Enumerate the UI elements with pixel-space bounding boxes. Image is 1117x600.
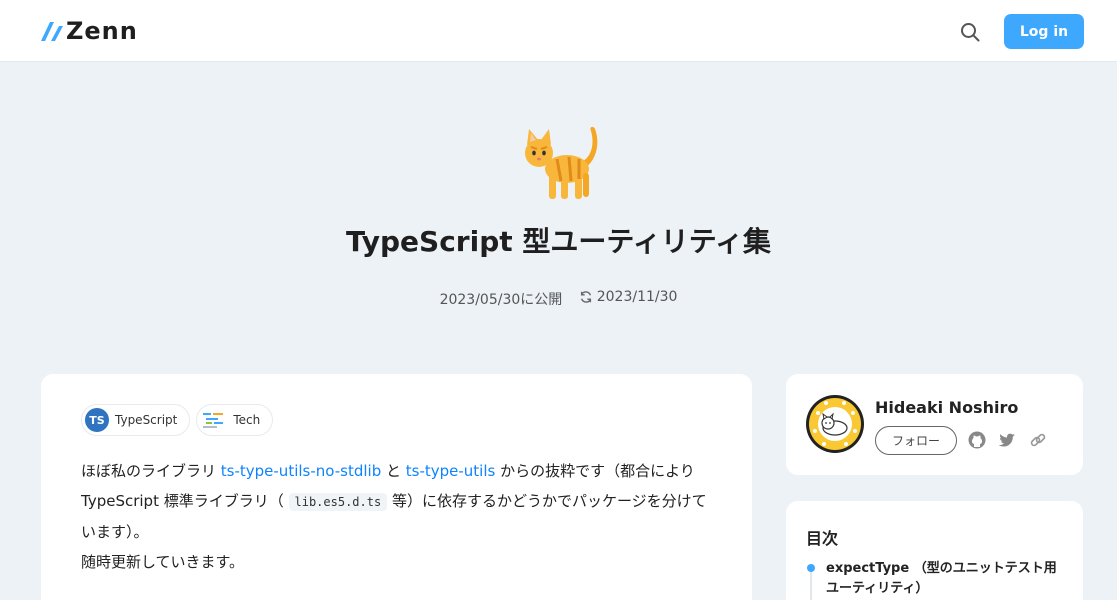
toc-item[interactable]: expectType （型のユニットテスト用ユーティリティ） [826, 559, 1066, 599]
article-body-card: TS TypeScript Tech ほぼ私のライブラリ ts-type-uti… [41, 374, 752, 600]
twitter-icon[interactable] [997, 430, 1017, 450]
article-meta: 2023/05/30に公開 2023/11/30 [0, 287, 1117, 310]
inline-code: lib.es5.d.ts [288, 493, 388, 511]
updated-date: 2023/11/30 [596, 289, 678, 305]
topic-typescript[interactable]: TS TypeScript [81, 404, 191, 436]
body-paragraph-1: ほぼ私のライブラリ ts-type-utils-no-stdlib と ts-t… [81, 456, 721, 547]
topic-label: Tech [233, 413, 261, 427]
site-header: Zenn Log in [0, 0, 1117, 62]
body-paragraph-2: 随時更新していきます。 [81, 553, 245, 571]
cat-emoji-icon [525, 126, 598, 199]
github-icon[interactable] [967, 430, 987, 450]
topic-label: TypeScript [115, 413, 178, 427]
updated-date-group: 2023/11/30 [579, 287, 678, 307]
body-text-segment: ほぼ私のライブラリ [81, 462, 221, 480]
body-text-segment: と [381, 462, 406, 480]
refresh-icon [580, 291, 591, 303]
logo-text: Zenn [66, 17, 138, 45]
login-button[interactable]: Log in [1004, 14, 1084, 49]
typescript-icon: TS [85, 408, 109, 432]
toc-active-dot [807, 564, 815, 572]
toc-card: 目次 expectType （型のユニットテスト用ユーティリティ） [786, 501, 1083, 600]
link-ts-type-utils-no-stdlib[interactable]: ts-type-utils-no-stdlib [221, 462, 381, 480]
author-name[interactable]: Hideaki Noshiro [875, 398, 1018, 417]
author-card: Hideaki Noshiro フォロー [786, 374, 1083, 475]
zenn-logo[interactable]: Zenn [40, 19, 138, 43]
link-icon[interactable] [1028, 430, 1048, 450]
follow-button[interactable]: フォロー [875, 426, 957, 455]
topic-tech[interactable]: Tech [196, 404, 274, 436]
zenn-logo-mark-icon [41, 22, 63, 41]
search-icon[interactable] [958, 20, 982, 44]
published-date: 2023/05/30に公開 [439, 292, 563, 308]
article-body-text: ほぼ私のライブラリ ts-type-utils-no-stdlib と ts-t… [81, 456, 721, 577]
toc-line [810, 569, 812, 600]
topic-list: TS TypeScript Tech [81, 404, 274, 436]
article-title: TypeScript 型ユーティリティ集 [345, 225, 772, 258]
tech-icon [203, 413, 224, 428]
link-ts-type-utils[interactable]: ts-type-utils [406, 462, 496, 480]
avatar[interactable] [806, 395, 864, 453]
toc-title: 目次 [806, 529, 839, 548]
